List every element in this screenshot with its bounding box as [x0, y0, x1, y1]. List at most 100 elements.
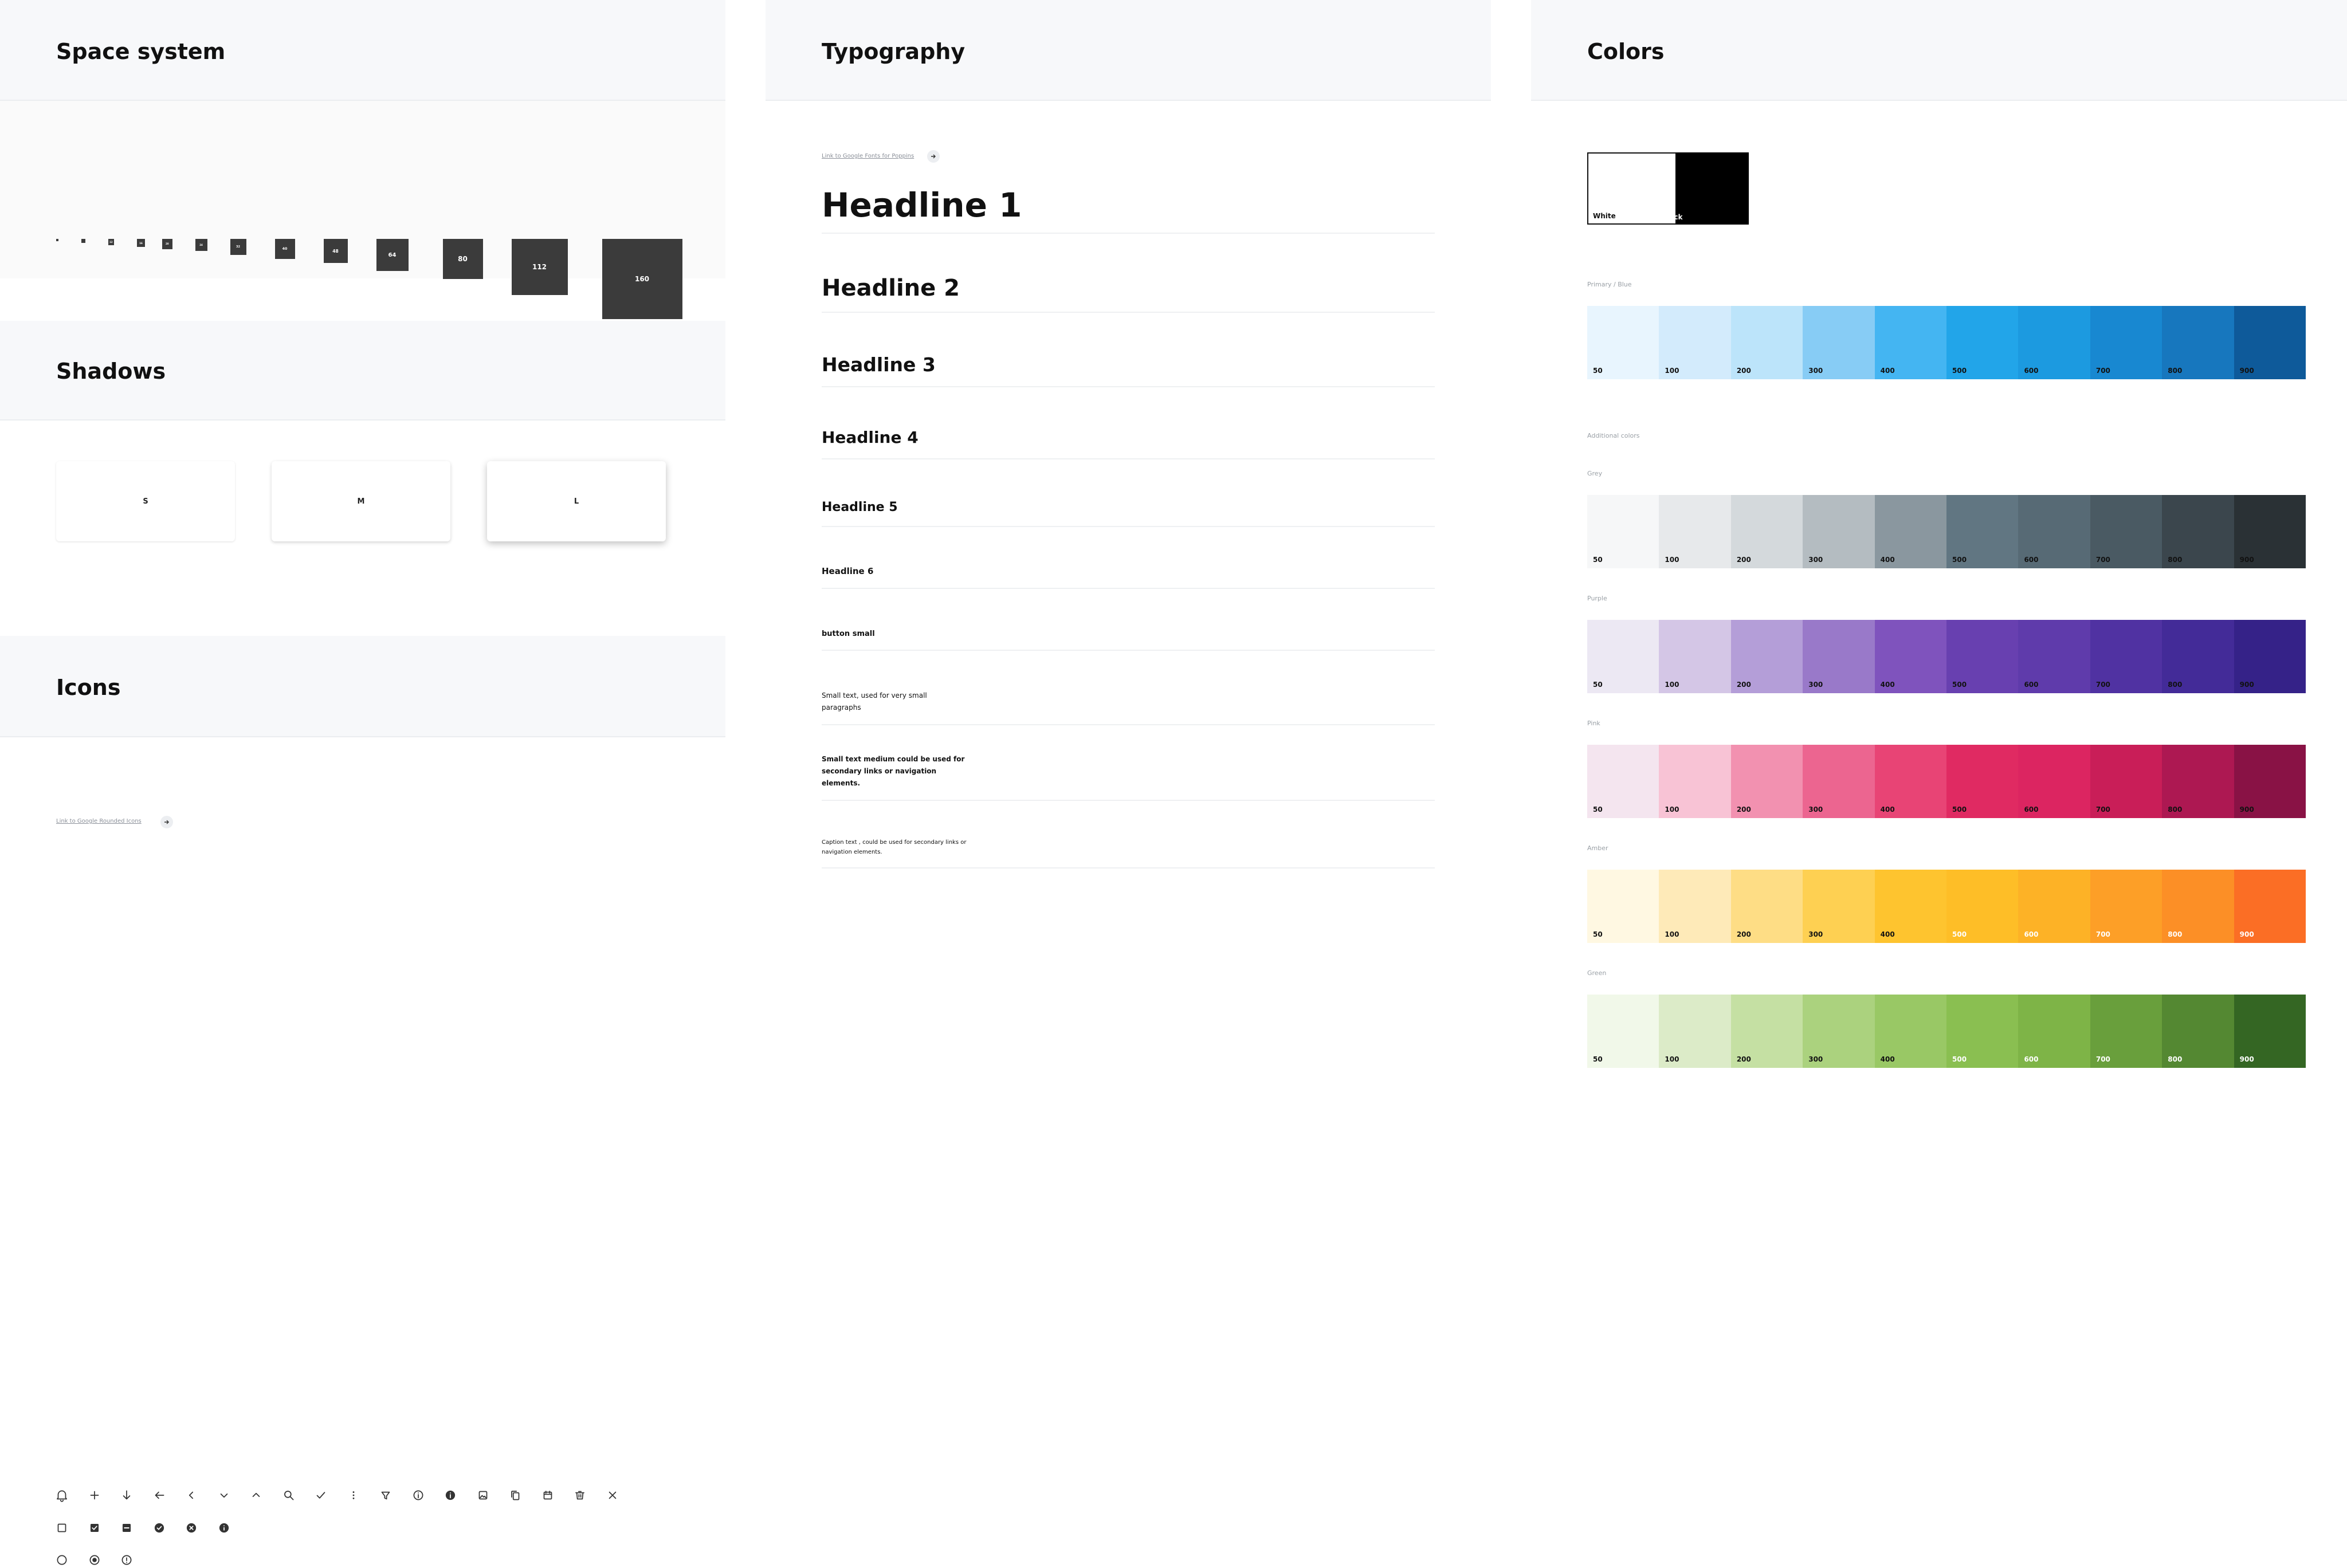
chevron-down-icon[interactable] [216, 1487, 232, 1503]
typography-title: Typography [822, 39, 966, 64]
color-swatch: 500 [1946, 745, 2019, 818]
checkbox-checked-icon[interactable] [87, 1520, 103, 1536]
swatch-step-label: 800 [2168, 681, 2183, 689]
radio-empty-icon[interactable] [54, 1552, 70, 1568]
radio-selected-icon[interactable] [87, 1552, 103, 1568]
swatch-step-label: 600 [2024, 367, 2039, 375]
image-icon[interactable] [475, 1487, 491, 1503]
space-box-12: 12 [108, 239, 114, 245]
color-swatch: 600 [2018, 306, 2090, 379]
color-swatch: 800 [2162, 870, 2234, 943]
color-swatch: 800 [2162, 306, 2234, 379]
shadow-card-s: S [56, 461, 235, 541]
palette-row-grey: 50 100 200 300 400 500 600 700 800 900 [1587, 495, 2306, 568]
checkbox-empty-icon[interactable] [54, 1520, 70, 1536]
chevron-up-icon[interactable] [248, 1487, 264, 1503]
shadow-card-m: M [272, 461, 450, 541]
plus-icon[interactable] [87, 1487, 103, 1503]
swatch-step-label: 700 [2095, 930, 2110, 938]
arrow-left-icon[interactable] [151, 1487, 167, 1503]
color-swatch: 50 [1587, 870, 1659, 943]
info-circle-icon[interactable] [216, 1520, 232, 1536]
checkbox-indeterminate-icon[interactable] [119, 1520, 135, 1536]
arrow-down-icon[interactable] [119, 1487, 135, 1503]
type-headline-6: Headline 6 [822, 566, 874, 576]
color-swatch: 200 [1730, 995, 1803, 1068]
space-system-title: Space system [56, 39, 226, 64]
info-outline-icon[interactable] [410, 1487, 426, 1503]
swatch-step-label: 600 [2024, 556, 2039, 564]
swatch-step-label: 900 [2239, 556, 2254, 564]
white-label: White [1593, 212, 1616, 220]
palette-row-green: 50 100 200 300 400 500 600 700 800 900 [1587, 995, 2306, 1068]
swatch-step-label: 300 [1808, 681, 1823, 689]
copy-icon[interactable] [507, 1487, 523, 1503]
color-swatch: 400 [1874, 306, 1947, 379]
palette-label-pink: Pink [1587, 720, 1600, 727]
swatch-step-label: 600 [2024, 805, 2039, 814]
color-swatch: 900 [2234, 870, 2306, 943]
type-headline-4: Headline 4 [822, 428, 919, 447]
color-swatch: 700 [2090, 306, 2162, 379]
space-box-16: 16 [137, 239, 145, 247]
info-filled-icon[interactable] [442, 1487, 458, 1503]
alert-circle-icon[interactable] [119, 1552, 135, 1568]
swatch-step-label: 900 [2239, 367, 2254, 375]
type-headline-2: Headline 2 [822, 275, 960, 301]
check-circle-icon[interactable] [151, 1520, 167, 1536]
color-swatch: 900 [2234, 745, 2306, 818]
swatch-step-label: 100 [1665, 1055, 1679, 1063]
search-icon[interactable] [281, 1487, 297, 1503]
type-headline-5: Headline 5 [822, 500, 898, 514]
palette-label-grey: Grey [1587, 470, 1603, 477]
space-box-24: 24 [195, 239, 207, 251]
google-icons-link-button[interactable] [160, 816, 173, 828]
color-swatch: 200 [1730, 745, 1803, 818]
swatch-step-label: 800 [2168, 367, 2183, 375]
swatch-step-label: 400 [1880, 681, 1895, 689]
shadow-card-l: L [487, 461, 666, 541]
swatch-step-label: 400 [1880, 1055, 1895, 1063]
color-swatch: 700 [2090, 870, 2162, 943]
color-swatch: 200 [1730, 870, 1803, 943]
color-swatch: 100 [1659, 870, 1731, 943]
swatch-step-label: 500 [1952, 930, 1967, 938]
calendar-icon[interactable] [540, 1487, 556, 1503]
close-icon[interactable] [605, 1487, 621, 1503]
google-icons-link[interactable]: Link to Google Rounded Icons [56, 818, 142, 824]
swatch-step-label: 200 [1736, 556, 1751, 564]
color-swatch: 400 [1874, 870, 1947, 943]
icons-title: Icons [56, 675, 121, 700]
filter-icon[interactable] [378, 1487, 394, 1503]
chevron-left-icon[interactable] [183, 1487, 199, 1503]
shadow-card-m-label: M [357, 497, 365, 506]
swatch-step-label: 700 [2095, 681, 2110, 689]
check-icon[interactable] [313, 1487, 329, 1503]
color-swatch: 400 [1874, 620, 1947, 693]
space-system-header: Space system [0, 0, 725, 101]
color-swatch: 50 [1587, 495, 1659, 568]
color-swatch: 100 [1659, 745, 1731, 818]
swatch-step-label: 200 [1736, 930, 1751, 938]
swatch-step-label: 400 [1880, 367, 1895, 375]
color-swatch: 400 [1874, 745, 1947, 818]
arrow-right-icon [931, 154, 936, 159]
cancel-circle-icon[interactable] [183, 1520, 199, 1536]
swatch-step-label: 900 [2239, 805, 2254, 814]
space-box-32: 32 [230, 239, 246, 255]
swatch-step-label: 300 [1808, 1055, 1823, 1063]
swatch-step-label: 300 [1808, 805, 1823, 814]
swatch-step-label: 50 [1593, 367, 1603, 375]
bell-icon[interactable] [54, 1487, 70, 1503]
color-swatch: 600 [2018, 620, 2090, 693]
color-swatch: 300 [1803, 870, 1875, 943]
google-fonts-link[interactable]: Link to Google Fonts for Poppins [822, 153, 914, 159]
google-fonts-link-button[interactable] [927, 150, 940, 163]
trash-icon[interactable] [572, 1487, 588, 1503]
swatch-step-label: 600 [2024, 1055, 2039, 1063]
icons-header: Icons [0, 636, 725, 737]
palette-label-purple: Purple [1587, 595, 1607, 602]
color-swatch: 700 [2090, 995, 2162, 1068]
more-vert-icon[interactable] [346, 1487, 362, 1503]
type-headline-3: Headline 3 [822, 353, 936, 376]
